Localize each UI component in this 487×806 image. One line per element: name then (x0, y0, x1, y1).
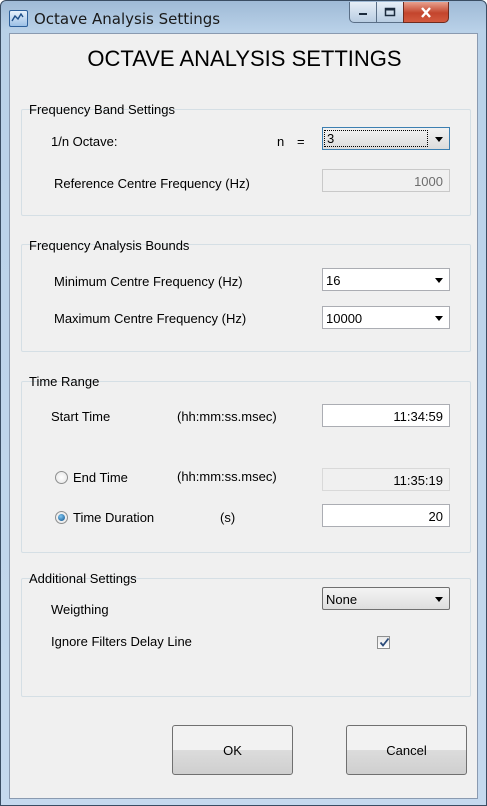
max-frequency-label: Maximum Centre Frequency (Hz) (54, 311, 247, 326)
checkmark-icon (379, 637, 390, 647)
start-time-label: Start Time (51, 409, 111, 424)
n-label: n (277, 134, 285, 149)
window-title: Octave Analysis Settings (34, 10, 221, 28)
end-time-field: 11:35:19 (322, 468, 450, 491)
end-time-label: End Time (73, 470, 128, 485)
min-frequency-label: Minimum Centre Frequency (Hz) (54, 274, 243, 289)
time-range-title: Time Range (29, 374, 100, 389)
ignore-delay-label: Ignore Filters Delay Line (51, 634, 192, 649)
max-frequency-select[interactable]: 10000 (322, 306, 450, 329)
analysis-bounds-title: Frequency Analysis Bounds (29, 238, 190, 253)
reference-frequency-field: 1000 (322, 169, 450, 192)
ignore-delay-checkbox[interactable] (377, 636, 390, 649)
octave-n-select[interactable]: 3 (322, 127, 450, 150)
title-bar[interactable]: Octave Analysis Settings (1, 1, 486, 35)
chevron-down-icon (435, 137, 443, 142)
weighting-value: None (326, 592, 358, 607)
time-duration-label: Time Duration (73, 510, 155, 525)
min-frequency-select[interactable]: 16 (322, 268, 450, 291)
frequency-band-title: Frequency Band Settings (29, 102, 175, 117)
start-time-input[interactable]: 11:34:59 (322, 404, 450, 427)
weighting-label: Weigthing (51, 602, 109, 617)
max-frequency-value: 10000 (326, 311, 363, 326)
end-time-format: (hh:mm:ss.msec) (177, 469, 277, 484)
octave-n-value: 3 (324, 130, 428, 147)
maximize-icon (384, 7, 396, 17)
reference-frequency-label: Reference Centre Frequency (Hz) (54, 176, 250, 191)
close-icon (421, 6, 431, 18)
chevron-down-icon (435, 316, 443, 321)
analysis-bounds-group (21, 244, 471, 352)
cancel-button[interactable]: Cancel (346, 725, 467, 775)
minimize-icon (359, 13, 367, 15)
frequency-band-group (21, 109, 471, 216)
page-title: OCTAVE ANALYSIS SETTINGS (87, 46, 402, 71)
additional-settings-title: Additional Settings (29, 571, 137, 586)
weighting-select[interactable]: None (322, 587, 450, 610)
close-button[interactable] (403, 2, 449, 23)
maximize-button[interactable] (376, 2, 404, 23)
dialog-window: Octave Analysis Settings OCTAVE ANALYSIS… (0, 0, 487, 806)
start-time-format: (hh:mm:ss.msec) (177, 409, 277, 424)
time-duration-radio[interactable] (55, 511, 68, 524)
app-icon (9, 10, 28, 27)
ok-button[interactable]: OK (172, 725, 293, 775)
time-duration-input[interactable]: 20 (322, 504, 450, 527)
chevron-down-icon (435, 597, 443, 602)
end-time-radio[interactable] (55, 471, 68, 484)
time-duration-unit: (s) (220, 510, 236, 525)
equals-label: = (297, 134, 305, 149)
chevron-down-icon (435, 278, 443, 283)
minimize-button[interactable] (349, 2, 377, 23)
octave-label: 1/n Octave: (51, 134, 118, 149)
dialog-body: OCTAVE ANALYSIS SETTINGS Frequency Band … (9, 33, 478, 799)
min-frequency-value: 16 (326, 273, 341, 288)
